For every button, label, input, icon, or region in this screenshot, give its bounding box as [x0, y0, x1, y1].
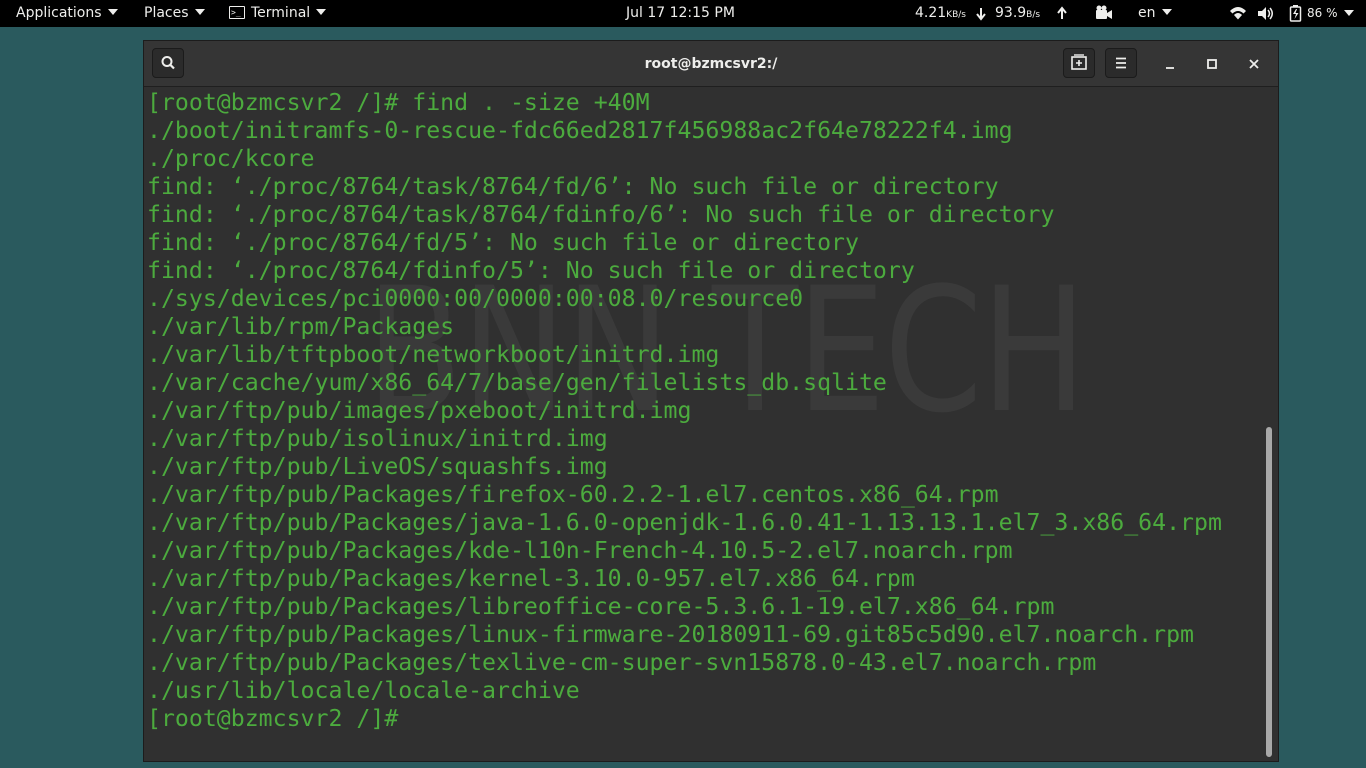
volume-icon[interactable]	[1256, 0, 1276, 27]
clock-label: Jul 17 12:15 PM	[626, 5, 735, 21]
new-tab-button[interactable]	[1063, 48, 1095, 78]
search-button[interactable]	[152, 48, 184, 78]
search-icon	[161, 56, 175, 70]
places-label: Places	[144, 5, 189, 21]
terminal-window: root@bzmcsvr2:/ BNN TECH [root@bzmcsvr2 …	[143, 40, 1279, 762]
top-bar: Applications Places >_ Terminal Jul 17 12…	[0, 0, 1366, 27]
network-speed-indicator[interactable]: 4.21KB/s	[915, 0, 966, 27]
chevron-down-icon	[194, 9, 205, 15]
terminal-line: ./var/ftp/pub/Packages/java-1.6.0-openjd…	[147, 509, 1222, 536]
minimize-button[interactable]	[1159, 53, 1181, 75]
net-down-value: 4.21	[915, 5, 947, 21]
language-menu[interactable]: en	[1138, 0, 1172, 27]
net-up-unit: B/s	[1026, 10, 1041, 20]
scrollbar[interactable]	[1266, 427, 1272, 757]
places-menu[interactable]: Places	[144, 0, 205, 27]
terminal-line: find: ‘./proc/8764/task/8764/fdinfo/6’: …	[147, 201, 1055, 228]
language-label: en	[1138, 5, 1156, 21]
download-arrow-icon	[976, 8, 986, 21]
battery-percent[interactable]: 86 %	[1307, 0, 1354, 27]
terminal-prompt[interactable]: [root@bzmcsvr2 /]#	[147, 705, 1222, 733]
terminal-line: ./var/cache/yum/x86_64/7/base/gen/fileli…	[147, 369, 887, 396]
terminal-line: ./var/lib/rpm/Packages	[147, 313, 455, 340]
menu-button[interactable]	[1105, 48, 1137, 78]
terminal-output[interactable]: BNN TECH [root@bzmcsvr2 /]# find . -size…	[144, 87, 1278, 761]
video-chat-icon[interactable]	[1094, 0, 1114, 27]
chevron-down-icon	[1161, 9, 1172, 15]
terminal-line: ./var/ftp/pub/Packages/firefox-60.2.2-1.…	[147, 481, 999, 508]
wifi-icon[interactable]	[1228, 0, 1248, 27]
chevron-down-icon	[107, 9, 118, 15]
terminal-line: ./var/ftp/pub/LiveOS/squashfs.img	[147, 453, 608, 480]
terminal-line: find: ‘./proc/8764/fdinfo/5’: No such fi…	[147, 257, 915, 284]
terminal-line: ./var/ftp/pub/images/pxeboot/initrd.img	[147, 397, 692, 424]
terminal-app-label: Terminal	[251, 5, 311, 21]
hamburger-menu-icon	[1116, 57, 1126, 69]
battery-label: 86 %	[1307, 6, 1338, 20]
terminal-line: ./var/ftp/pub/Packages/kernel-3.10.0-957…	[147, 565, 915, 592]
applications-label: Applications	[16, 5, 102, 21]
terminal-line: ./var/lib/tftpboot/networkboot/initrd.im…	[147, 341, 720, 368]
chevron-down-icon	[316, 9, 327, 15]
battery-icon[interactable]	[1288, 0, 1304, 27]
terminal-line: ./var/ftp/pub/isolinux/initrd.img	[147, 425, 608, 452]
terminal-line: find: ‘./proc/8764/fd/5’: No such file o…	[147, 229, 859, 256]
terminal-lines: [root@bzmcsvr2 /]# find . -size +40M ./bo…	[147, 89, 1222, 733]
terminal-line: ./proc/kcore	[147, 145, 315, 172]
terminal-line: find: ‘./proc/8764/task/8764/fd/6’: No s…	[147, 173, 999, 200]
net-down-unit: KB/s	[946, 10, 966, 20]
maximize-button[interactable]	[1201, 53, 1223, 75]
header-bar: root@bzmcsvr2:/	[144, 41, 1278, 87]
terminal-line: ./usr/lib/locale/locale-archive	[147, 677, 580, 704]
close-button[interactable]	[1243, 53, 1265, 75]
network-upload-indicator: 93.9B/s	[995, 0, 1040, 27]
net-up-value: 93.9	[995, 5, 1027, 21]
new-tab-icon	[1071, 54, 1087, 70]
terminal-line: ./var/ftp/pub/Packages/kde-l10n-French-4…	[147, 537, 1013, 564]
terminal-line: ./var/ftp/pub/Packages/libreoffice-core-…	[147, 593, 1055, 620]
terminal-line: ./var/ftp/pub/Packages/linux-firmware-20…	[147, 621, 1195, 648]
chevron-down-icon	[1343, 9, 1354, 16]
terminal-line: ./sys/devices/pci0000:00/0000:00:08.0/re…	[147, 285, 804, 312]
terminal-line: [root@bzmcsvr2 /]# find . -size +40M	[147, 89, 650, 116]
applications-menu[interactable]: Applications	[16, 0, 118, 27]
upload-arrow-icon	[1057, 6, 1067, 19]
clock[interactable]: Jul 17 12:15 PM	[626, 0, 735, 27]
terminal-app-menu[interactable]: >_ Terminal	[229, 0, 327, 27]
night-light-icon[interactable]	[1200, 0, 1218, 27]
terminal-icon: >_	[229, 5, 245, 19]
terminal-line: ./var/ftp/pub/Packages/texlive-cm-super-…	[147, 649, 1097, 676]
terminal-line: ./boot/initramfs-0-rescue-fdc66ed2817f45…	[147, 117, 1013, 144]
